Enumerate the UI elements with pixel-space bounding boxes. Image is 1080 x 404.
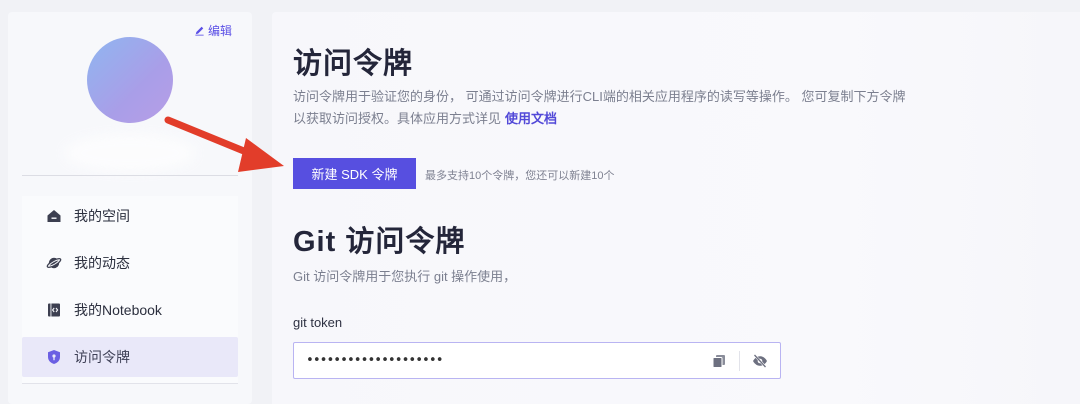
usage-docs-link[interactable]: 使用文档 [505,111,557,126]
description-line-2-text: 以获取访问授权。具体应用方式详见 [293,111,502,126]
sidebar-menu: 我的空间 我的动态 我的Notebook 访问令牌 [22,196,238,384]
shield-icon [48,350,60,364]
code-notebook-icon [48,303,60,317]
planet-icon [46,257,62,269]
eye-off-icon [753,353,767,368]
avatar[interactable] [87,37,173,123]
pencil-icon [195,26,204,36]
toggle-visibility-button[interactable] [740,343,780,378]
edit-profile-link[interactable]: 编辑 [194,22,232,39]
sidebar-item-label: 我的空间 [74,208,130,224]
divider [22,175,238,176]
copy-button[interactable] [699,343,739,378]
username-placeholder [64,134,196,172]
sidebar-item-my-notebook[interactable]: 我的Notebook [22,290,238,330]
page-description: 访问令牌用于验证您的身份， 可通过访问令牌进行CLI端的相关应用程序的读写等操作… [293,86,953,130]
edit-label: 编辑 [207,24,232,38]
git-token-label: git token [293,315,343,330]
new-sdk-token-button[interactable]: 新建 SDK 令牌 [293,158,416,189]
description-line-2: 以获取访问授权。具体应用方式详见 使用文档 [293,108,953,130]
sidebar-item-label: 我的Notebook [74,302,162,318]
token-limit-hint: 最多支持10个令牌，您还可以新建10个 [425,170,615,182]
profile-sidebar: 编辑 我的空间 我的动态 我的Notebook 访问令牌 [8,12,252,404]
sidebar-item-my-space[interactable]: 我的空间 [22,196,238,236]
git-token-description: Git 访问令牌用于您执行 git 操作使用， [293,269,517,284]
sidebar-item-label: 访问令牌 [74,349,130,365]
divider [22,383,238,384]
home-icon [47,210,61,222]
sidebar-item-label: 我的动态 [74,255,130,271]
token-actions [699,343,780,378]
main-panel: 访问令牌 访问令牌用于验证您的身份， 可通过访问令牌进行CLI端的相关应用程序的… [272,12,1080,404]
sidebar-item-access-tokens[interactable]: 访问令牌 [22,337,238,377]
description-line-1: 访问令牌用于验证您的身份， 可通过访问令牌进行CLI端的相关应用程序的读写等操作… [293,89,906,104]
page-title: 访问令牌 [293,48,414,80]
git-token-field [293,342,781,379]
git-token-title: Git 访问令牌 [293,226,466,258]
copy-icon [712,354,725,368]
git-token-input[interactable] [294,343,699,378]
sidebar-item-my-activity[interactable]: 我的动态 [22,243,238,283]
